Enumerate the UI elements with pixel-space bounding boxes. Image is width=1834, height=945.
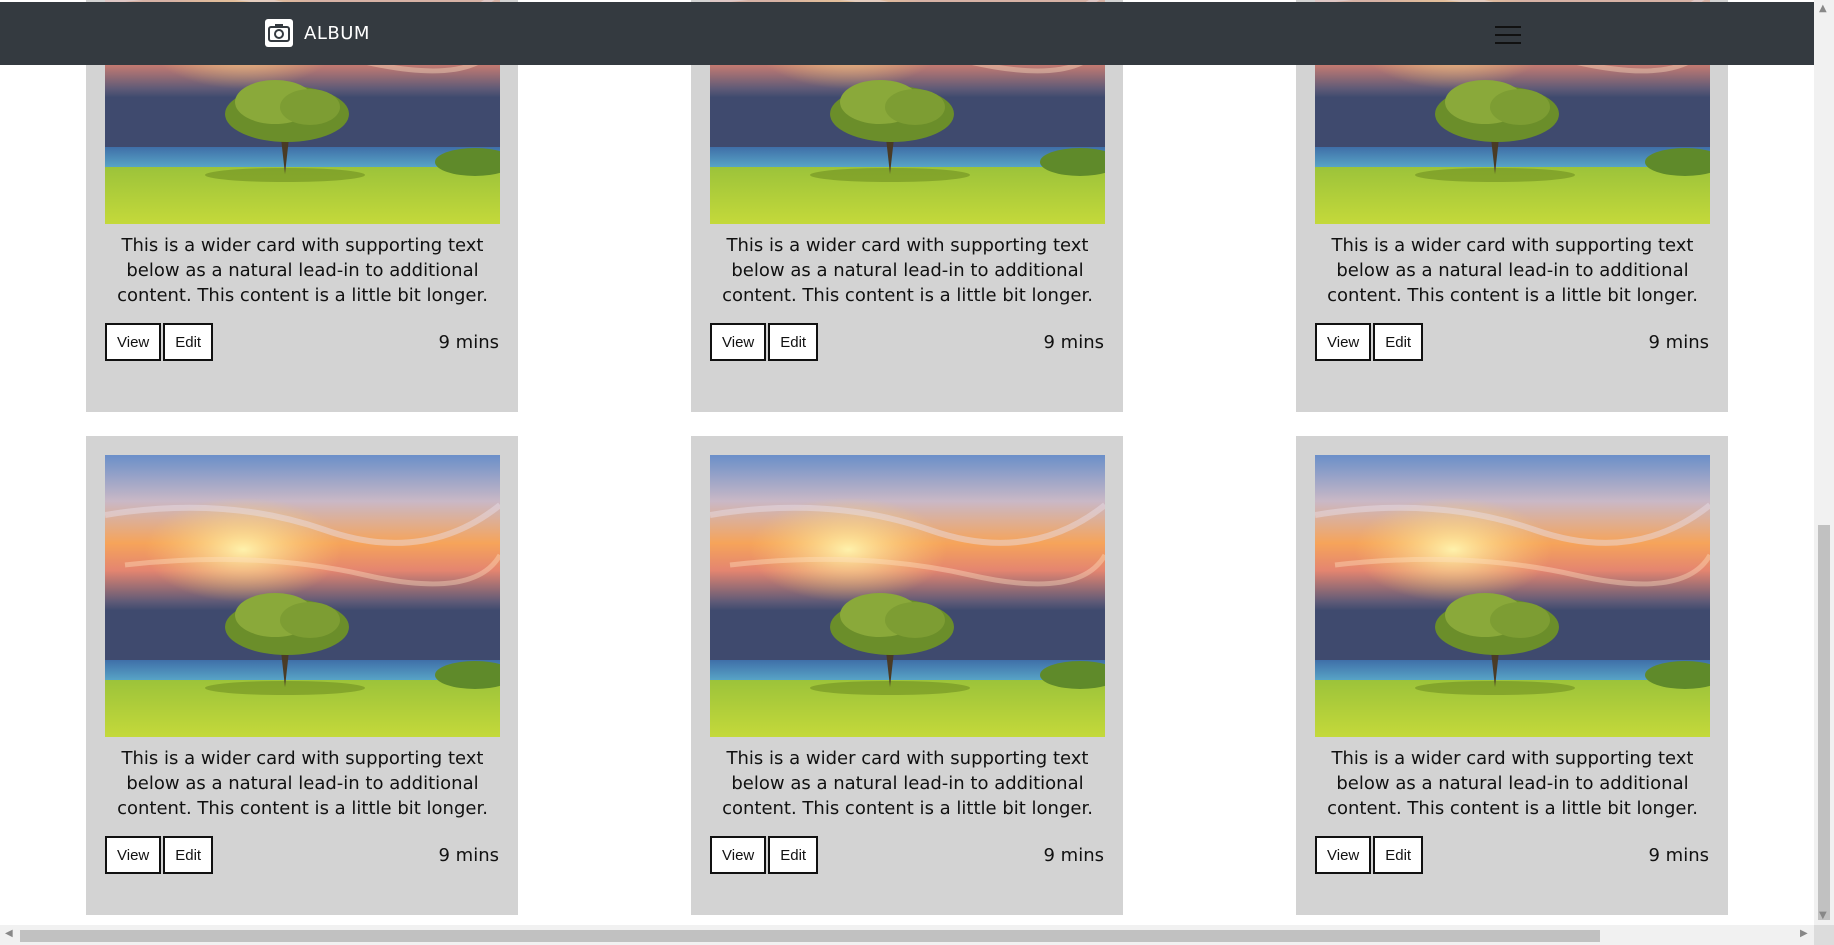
hamburger-menu-icon[interactable] <box>1495 26 1521 46</box>
vertical-scroll-thumb[interactable] <box>1818 525 1830 920</box>
vertical-scrollbar[interactable]: ▲ ▼ <box>1814 0 1834 925</box>
card-button-group: View Edit <box>710 323 819 361</box>
edit-button[interactable]: Edit <box>163 836 214 874</box>
view-button[interactable]: View <box>105 836 162 874</box>
scroll-down-arrow-icon[interactable]: ▼ <box>1819 910 1827 921</box>
album-card: This is a wider card with supporting tex… <box>691 436 1123 915</box>
view-button[interactable]: View <box>1315 836 1372 874</box>
scroll-right-arrow-icon[interactable]: ▶ <box>1800 928 1808 939</box>
view-button[interactable]: View <box>1315 323 1372 361</box>
horizontal-scrollbar[interactable]: ◀ ▶ <box>0 925 1814 945</box>
card-time: 9 mins <box>1043 845 1105 866</box>
scrollbar-corner <box>1814 925 1834 945</box>
card-time: 9 mins <box>1648 332 1710 353</box>
card-text: This is a wider card with supporting tex… <box>1327 235 1698 306</box>
card-button-group: View Edit <box>710 836 819 874</box>
camera-icon <box>265 19 293 47</box>
album-card: This is a wider card with supporting tex… <box>1296 436 1728 915</box>
edit-button[interactable]: Edit <box>768 836 819 874</box>
card-text: This is a wider card with supporting tex… <box>722 748 1093 819</box>
edit-button[interactable]: Edit <box>768 323 819 361</box>
view-button[interactable]: View <box>105 323 162 361</box>
card-button-group: View Edit <box>1315 323 1424 361</box>
card-text: This is a wider card with supporting tex… <box>117 748 488 819</box>
edit-button[interactable]: Edit <box>1373 323 1424 361</box>
card-button-group: View Edit <box>1315 836 1424 874</box>
card-time: 9 mins <box>1043 332 1105 353</box>
top-navbar: ALBUM <box>0 2 1814 65</box>
card-image <box>105 455 500 737</box>
album-card: This is a wider card with supporting tex… <box>86 436 518 915</box>
card-text: This is a wider card with supporting tex… <box>722 235 1093 306</box>
scroll-up-arrow-icon[interactable]: ▲ <box>1819 3 1827 14</box>
scroll-left-arrow-icon[interactable]: ◀ <box>5 928 13 939</box>
card-button-group: View Edit <box>105 836 214 874</box>
card-time: 9 mins <box>1648 845 1710 866</box>
edit-button[interactable]: Edit <box>163 323 214 361</box>
edit-button[interactable]: Edit <box>1373 836 1424 874</box>
card-image <box>710 455 1105 737</box>
card-time: 9 mins <box>438 845 500 866</box>
card-image <box>1315 455 1710 737</box>
card-time: 9 mins <box>438 332 500 353</box>
view-button[interactable]: View <box>710 836 767 874</box>
card-button-group: View Edit <box>105 323 214 361</box>
card-text: This is a wider card with supporting tex… <box>117 235 488 306</box>
brand-text: ALBUM <box>304 22 370 44</box>
horizontal-scroll-thumb[interactable] <box>20 930 1600 942</box>
view-button[interactable]: View <box>710 323 767 361</box>
card-text: This is a wider card with supporting tex… <box>1327 748 1698 819</box>
brand-link[interactable]: ALBUM <box>265 19 370 47</box>
